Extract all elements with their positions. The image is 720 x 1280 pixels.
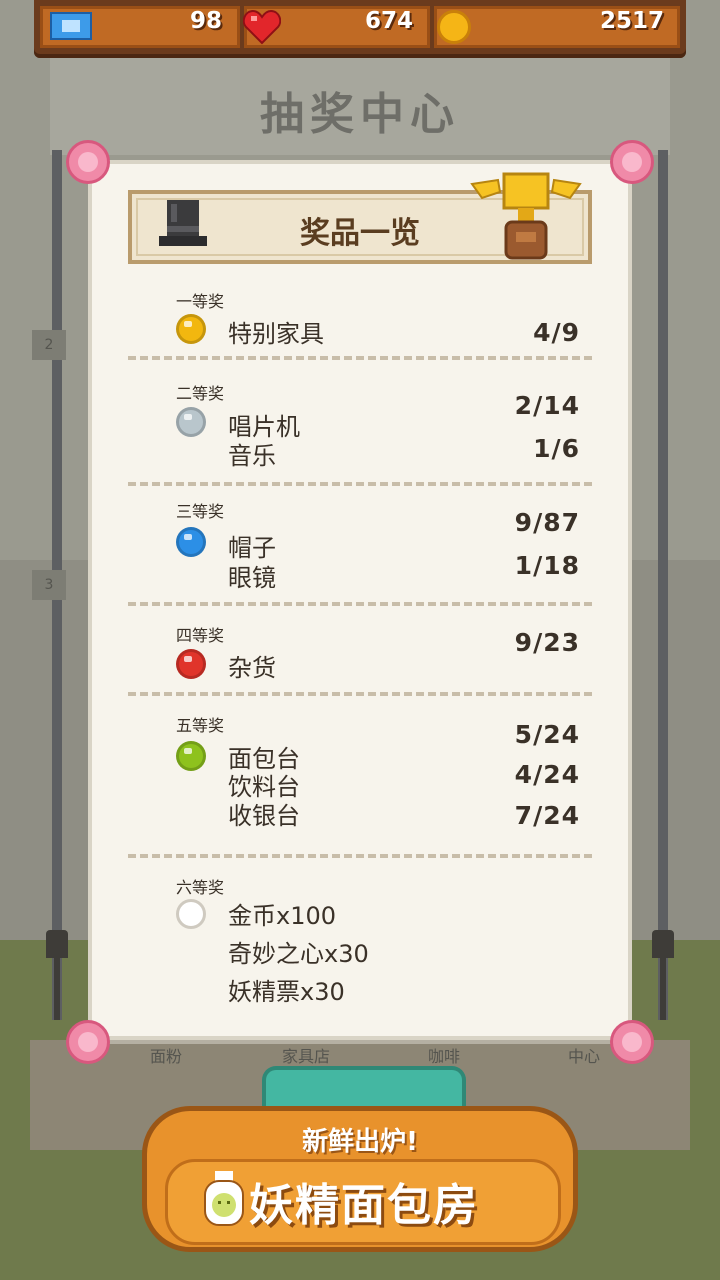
tier-5-count-3: 7/24 bbox=[514, 801, 580, 830]
tier-1-item-1: 特别家具 bbox=[228, 320, 324, 348]
green-gem-icon bbox=[176, 741, 206, 771]
rose-icon bbox=[66, 140, 110, 184]
divider bbox=[128, 854, 592, 858]
blue-gem-icon bbox=[176, 527, 206, 557]
rose-icon bbox=[610, 1020, 654, 1064]
tier-5-item-3: 收银台 bbox=[228, 802, 300, 830]
bg-label-4: 中心 bbox=[568, 1047, 601, 1066]
bg-label-1: 面粉 bbox=[150, 1047, 183, 1066]
divider bbox=[128, 692, 592, 696]
stall-title: 抽奖中心 bbox=[260, 89, 460, 140]
ticket-count: 98 bbox=[190, 8, 223, 34]
coin-icon bbox=[437, 10, 471, 44]
bg-label-3: 咖啡 bbox=[428, 1047, 461, 1066]
tier-4-item-1: 杂货 bbox=[228, 654, 276, 682]
currency-bar bbox=[34, 0, 686, 58]
bread-jar-icon bbox=[204, 1171, 244, 1226]
side-tab-2: 2 bbox=[32, 330, 66, 360]
tier-4-count-1: 9/23 bbox=[514, 628, 580, 657]
divider bbox=[128, 602, 592, 606]
divider bbox=[128, 356, 592, 360]
ad-title: 妖精面包房 bbox=[249, 1180, 479, 1231]
top-hat-icon bbox=[159, 200, 207, 246]
tier-1-label: 一等奖 bbox=[176, 292, 225, 311]
tier-3-label: 三等奖 bbox=[176, 502, 225, 521]
gold-gem-icon bbox=[176, 314, 206, 344]
tier-2-item-2: 音乐 bbox=[228, 442, 276, 470]
bakery-ad-banner[interactable]: 新鲜出炉! 妖精面包房 bbox=[142, 1106, 578, 1252]
tier-5-count-1: 5/24 bbox=[514, 720, 580, 749]
ad-subtitle: 新鲜出炉! bbox=[302, 1127, 418, 1157]
tier-5-label: 五等奖 bbox=[176, 716, 225, 735]
tier-3-count-2: 1/18 bbox=[514, 551, 580, 580]
tier-4-label: 四等奖 bbox=[176, 626, 225, 645]
stall-pole-right bbox=[658, 150, 668, 1020]
bg-label-2: 家具店 bbox=[282, 1047, 331, 1066]
tier-2-count-1: 2/14 bbox=[514, 391, 580, 420]
tier-6-item-2: 奇妙之心x30 bbox=[228, 940, 369, 968]
trophy-icon bbox=[470, 172, 582, 260]
red-gem-icon bbox=[176, 649, 206, 679]
prize-list-panel bbox=[88, 160, 632, 1040]
tier-6-item-1: 金币x100 bbox=[228, 902, 337, 930]
silver-gem-icon bbox=[176, 407, 206, 437]
side-tab-3: 3 bbox=[32, 570, 66, 600]
street-lamp-left bbox=[46, 930, 68, 1020]
rose-icon bbox=[66, 1020, 110, 1064]
rose-icon bbox=[610, 140, 654, 184]
street-lamp-right bbox=[652, 930, 674, 1020]
tier-3-item-2: 眼镜 bbox=[228, 564, 276, 592]
heart-icon bbox=[243, 9, 281, 45]
tier-2-label: 二等奖 bbox=[176, 384, 225, 403]
tier-3-count-1: 9/87 bbox=[514, 508, 580, 537]
tier-6-item-3: 妖精票x30 bbox=[228, 978, 345, 1006]
ticket-icon bbox=[50, 12, 92, 40]
divider bbox=[128, 482, 592, 486]
coin-count: 2517 bbox=[600, 8, 665, 34]
white-gem-icon bbox=[176, 899, 206, 929]
tier-2-count-2: 1/6 bbox=[533, 434, 580, 463]
tier-6-label: 六等奖 bbox=[176, 878, 225, 897]
heart-count: 674 bbox=[365, 8, 414, 34]
tier-1-count-1: 4/9 bbox=[533, 318, 580, 347]
tier-5-count-2: 4/24 bbox=[514, 760, 580, 789]
